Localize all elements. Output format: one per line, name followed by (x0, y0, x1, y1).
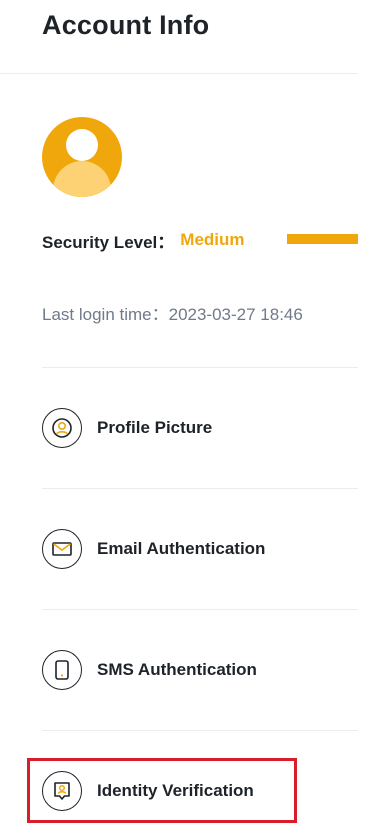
menu-item-label: Email Authentication (97, 539, 266, 558)
avatar-body (53, 161, 111, 197)
security-level-label: Security Level： (42, 232, 175, 252)
security-level-bar (287, 234, 358, 244)
page-title: Account Info (42, 10, 210, 40)
avatar[interactable] (42, 117, 122, 197)
phone-icon (42, 650, 82, 690)
highlight-box (27, 758, 297, 823)
security-level-value: Medium (180, 230, 245, 249)
avatar-head (66, 129, 98, 161)
menu-item-profile-picture[interactable]: Profile Picture (42, 408, 358, 448)
menu-item-sms-authentication[interactable]: SMS Authentication (42, 650, 358, 690)
divider (42, 609, 358, 610)
menu-item-label: Profile Picture (97, 418, 213, 437)
menu-item-email-authentication[interactable]: Email Authentication (42, 529, 358, 569)
divider (42, 488, 358, 489)
page-edge (358, 0, 366, 824)
profile-picture-icon (42, 408, 82, 448)
last-login-time: Last login time：2023-03-27 18:46 (42, 305, 303, 324)
divider (42, 367, 358, 368)
menu-item-label: SMS Authentication (97, 660, 257, 679)
email-icon (42, 529, 82, 569)
page-header: Account Info (0, 0, 358, 74)
divider (42, 730, 358, 731)
security-level: Security Level： Medium (42, 228, 245, 252)
